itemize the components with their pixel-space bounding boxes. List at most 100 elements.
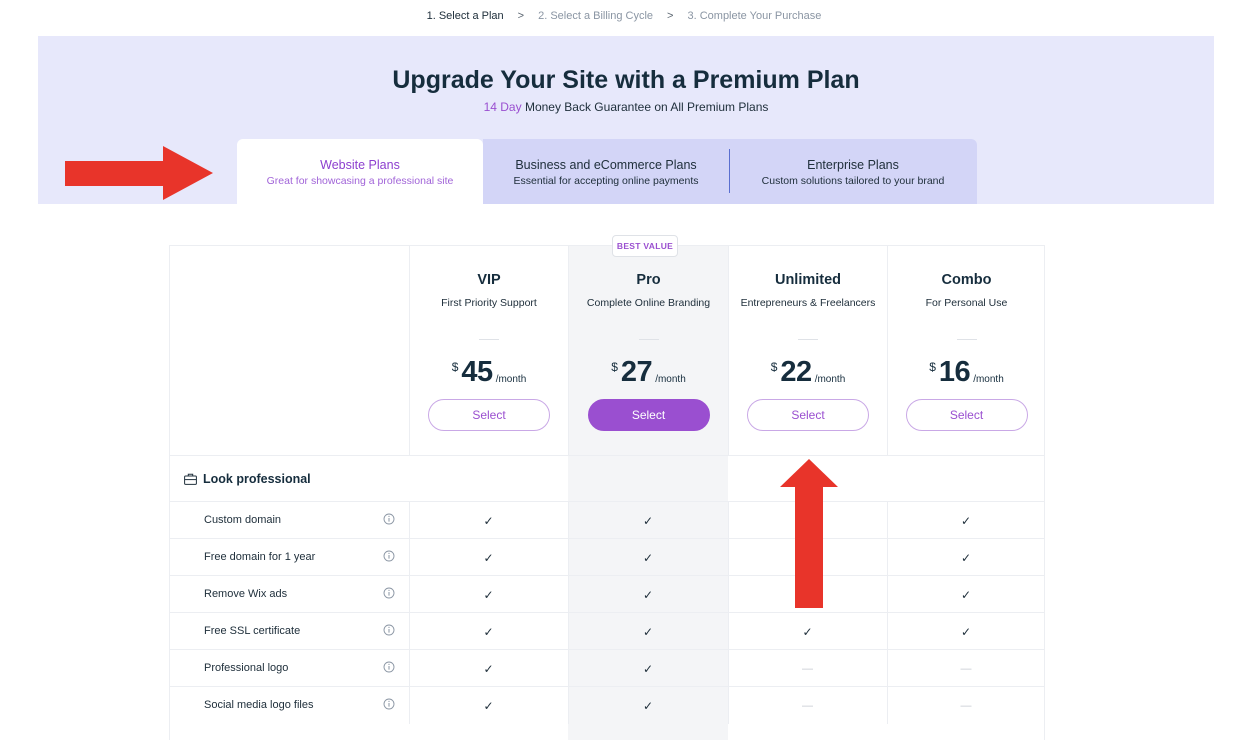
feature-label: Social media logo files: [204, 699, 314, 711]
price-period: /month: [495, 374, 527, 385]
select-pro-button[interactable]: Select: [587, 399, 710, 431]
tab-website-plans[interactable]: Website Plans Great for showcasing a pro…: [237, 139, 483, 204]
plan-name: Combo: [941, 272, 992, 288]
plan-price: $ 27 /month: [569, 356, 728, 389]
plan-price: $ 45 /month: [410, 356, 568, 389]
tab-description: Great for showcasing a professional site: [266, 175, 454, 187]
feature-label: Free domain for 1 year: [204, 551, 316, 563]
check-icon: ✓: [642, 624, 654, 639]
divider: [798, 339, 818, 340]
price-amount: 16: [938, 356, 971, 388]
tab-divider: [729, 149, 730, 193]
price-amount: 27: [620, 356, 653, 388]
select-vip-button[interactable]: Select: [428, 399, 550, 431]
chevron-right-icon: >: [667, 10, 674, 22]
tab-description: Custom solutions tailored to your brand: [761, 175, 945, 187]
feature-label: Professional logo: [204, 662, 289, 674]
currency-symbol: $: [929, 360, 936, 374]
plan-name: VIP: [477, 272, 501, 288]
plan-card-combo: Combo For Personal Use $ 16 /month Selec…: [887, 246, 1045, 455]
feature-row: Free domain for 1 year ✓ ✓ ✓: [170, 538, 1045, 576]
plan-description: First Priority Support: [441, 297, 537, 309]
section-header-look-professional: Look professional: [170, 455, 1045, 501]
check-icon: ✓: [483, 624, 494, 639]
breadcrumb-step-complete-purchase[interactable]: 3. Complete Your Purchase: [687, 10, 821, 22]
plan-price: $ 16 /month: [888, 356, 1045, 389]
guarantee-text: Money Back Guarantee on All Premium Plan…: [521, 100, 769, 114]
tab-business-ecommerce-plans[interactable]: Business and eCommerce Plans Essential f…: [483, 139, 729, 204]
info-icon[interactable]: [383, 624, 395, 636]
red-arrow-right-icon: [65, 146, 213, 200]
plan-card-vip: VIP First Priority Support $ 45 /month S…: [409, 246, 568, 455]
plan-card-unlimited: Unlimited Entrepreneurs & Freelancers $ …: [728, 246, 887, 455]
divider: [479, 339, 499, 340]
tab-label: Website Plans: [320, 158, 400, 172]
check-icon: ✓: [483, 587, 494, 602]
briefcase-icon: [184, 473, 197, 485]
feature-row: Free SSL certificate ✓ ✓ ✓ ✓: [170, 612, 1045, 650]
feature-row: Remove Wix ads ✓ ✓ ✓: [170, 575, 1045, 613]
currency-symbol: $: [611, 360, 618, 374]
check-icon: ✓: [960, 587, 972, 602]
check-icon: ✓: [642, 550, 654, 565]
currency-symbol: $: [451, 360, 459, 374]
info-icon[interactable]: [383, 587, 395, 599]
hero-banner: Upgrade Your Site with a Premium Plan 14…: [38, 36, 1214, 204]
not-included-dash: —: [802, 699, 813, 712]
check-icon: ✓: [960, 550, 972, 565]
price-amount: 22: [780, 356, 812, 388]
breadcrumb: 1. Select a Plan > 2. Select a Billing C…: [0, 10, 1248, 22]
price-amount: 45: [461, 356, 493, 388]
hero-subtitle: 14 Day Money Back Guarantee on All Premi…: [38, 100, 1214, 114]
feature-row: Custom domain ✓ ✓ ✓: [170, 501, 1045, 539]
feature-label: Free SSL certificate: [204, 625, 301, 637]
price-period: /month: [973, 374, 1004, 385]
tab-label: Enterprise Plans: [807, 158, 899, 172]
breadcrumb-step-billing-cycle[interactable]: 2. Select a Billing Cycle: [538, 10, 653, 22]
currency-symbol: $: [770, 360, 778, 374]
check-icon: ✓: [483, 550, 494, 565]
best-value-badge: BEST VALUE: [612, 235, 678, 257]
not-included-dash: —: [802, 662, 813, 675]
check-icon: ✓: [642, 513, 654, 528]
check-icon: ✓: [960, 624, 972, 639]
info-icon[interactable]: [383, 661, 395, 673]
page-title: Upgrade Your Site with a Premium Plan: [392, 66, 860, 94]
check-icon: ✓: [642, 698, 654, 713]
tab-enterprise-plans[interactable]: Enterprise Plans Custom solutions tailor…: [729, 139, 977, 204]
price-period: /month: [814, 374, 846, 385]
info-icon[interactable]: [383, 550, 395, 562]
select-unlimited-button[interactable]: Select: [747, 399, 869, 431]
not-included-dash: —: [960, 699, 972, 712]
section-title: Look professional: [203, 472, 311, 486]
info-icon[interactable]: [383, 513, 395, 525]
check-icon: ✓: [802, 624, 813, 639]
divider: [956, 339, 977, 340]
check-icon: ✓: [483, 513, 494, 528]
feature-row: Professional logo ✓ ✓ — —: [170, 649, 1045, 687]
check-icon: ✓: [960, 513, 972, 528]
plan-name: Unlimited: [774, 272, 842, 288]
feature-label: Remove Wix ads: [204, 588, 288, 600]
breadcrumb-step-select-plan[interactable]: 1. Select a Plan: [427, 10, 504, 22]
plan-card-pro: Pro Complete Online Branding $ 27 /month…: [568, 246, 728, 455]
feature-label: Custom domain: [204, 514, 282, 526]
plans-comparison-table: VIP First Priority Support $ 45 /month S…: [169, 235, 1045, 740]
price-period: /month: [655, 374, 686, 385]
chevron-right-icon: >: [517, 10, 525, 22]
check-icon: ✓: [483, 698, 494, 713]
plan-name: Pro: [636, 272, 661, 288]
select-combo-button[interactable]: Select: [905, 399, 1028, 431]
guarantee-days: 14 Day: [483, 100, 522, 114]
red-arrow-up-icon: [780, 459, 838, 608]
tab-label: Business and eCommerce Plans: [515, 158, 697, 172]
plan-description: Complete Online Branding: [586, 297, 711, 309]
not-included-dash: —: [960, 662, 972, 675]
info-icon[interactable]: [383, 698, 395, 710]
plan-description: For Personal Use: [925, 297, 1008, 309]
tab-description: Essential for accepting online payments: [513, 175, 699, 187]
feature-row: Social media logo files ✓ ✓ — —: [170, 686, 1045, 724]
check-icon: ✓: [483, 661, 494, 676]
check-icon: ✓: [642, 661, 654, 676]
plan-price: $ 22 /month: [729, 356, 887, 389]
